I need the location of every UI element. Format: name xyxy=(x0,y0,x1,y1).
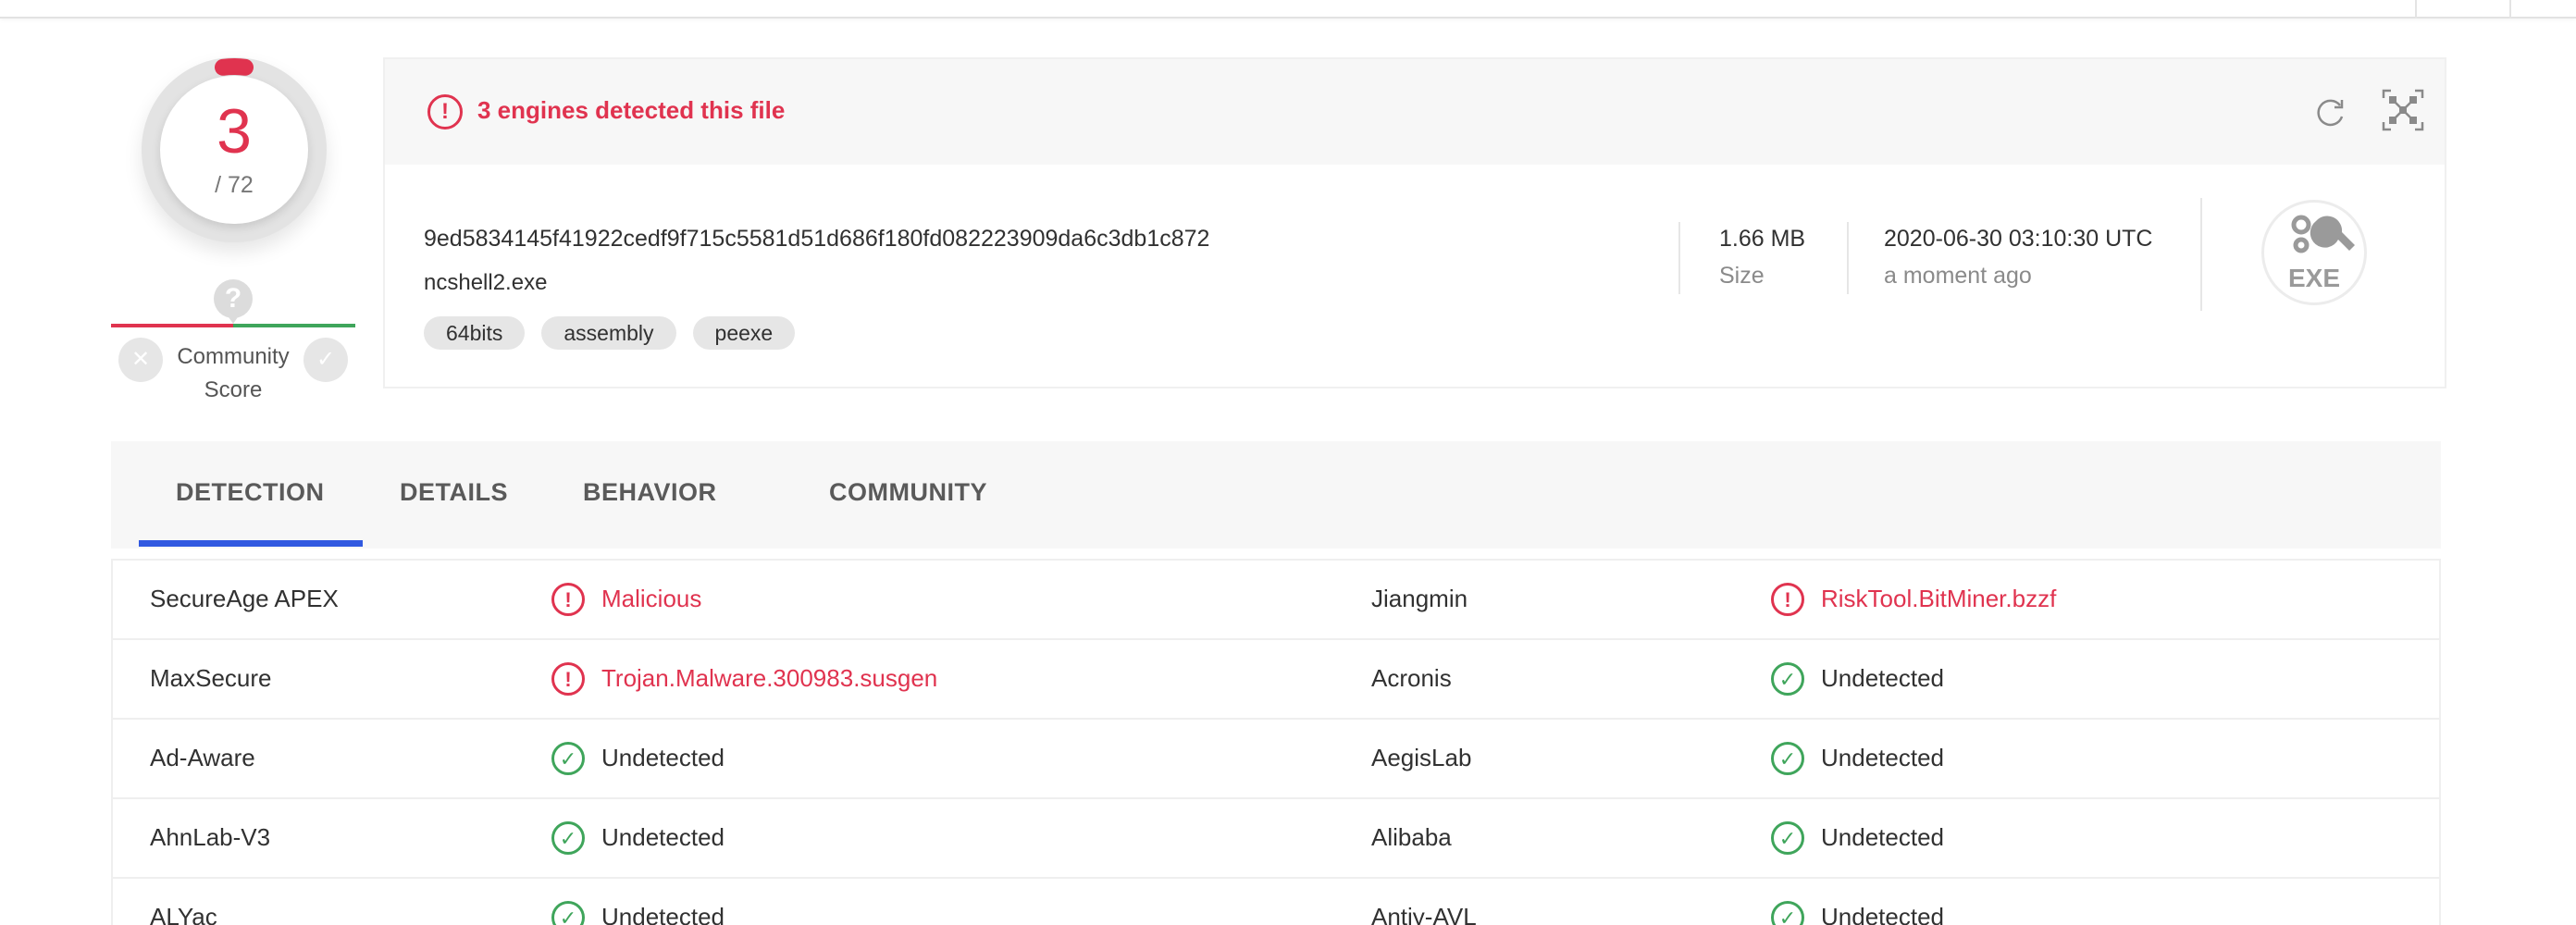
file-size-label: Size xyxy=(1719,263,1765,289)
gears-icon xyxy=(2291,215,2355,253)
tab-behavior[interactable]: BEHAVIOR xyxy=(583,478,717,507)
tab-detection[interactable]: DETECTION xyxy=(176,478,325,507)
engine-name: Alibaba xyxy=(1371,823,1452,851)
file-tags: 64bits assembly peexe xyxy=(424,316,796,350)
engine-name: Antiy-AVL xyxy=(1371,903,1477,925)
detection-result: Undetected xyxy=(601,903,724,925)
detection-result: RiskTool.BitMiner.bzzf xyxy=(1821,585,2057,612)
engine-name: Ad-Aware xyxy=(150,744,255,771)
analysis-date-relative: a moment ago xyxy=(1884,263,2032,289)
table-row: SecureAge APEX ! Malicious Jiangmin ! Ri… xyxy=(113,561,2439,640)
community-score-bar-positive xyxy=(233,324,355,327)
check-circle-icon: ✓ xyxy=(1771,742,1804,775)
community-score-bar-negative xyxy=(111,324,233,327)
detection-count: 3 xyxy=(217,96,252,166)
top-navigation-bar xyxy=(0,0,2576,18)
file-tag[interactable]: assembly xyxy=(541,316,676,350)
detection-score-gauge: 3 / 72 xyxy=(142,57,327,242)
analysis-date: 2020-06-30 03:10:30 UTC xyxy=(1884,226,2153,252)
table-row: ALYac ✓ Undetected Antiy-AVL ✓ Undetecte… xyxy=(113,879,2439,925)
table-row: Ad-Aware ✓ Undetected AegisLab ✓ Undetec… xyxy=(113,720,2439,799)
community-score-label: Community Score xyxy=(163,340,303,407)
active-tab-indicator xyxy=(139,540,363,547)
file-tag[interactable]: 64bits xyxy=(424,316,526,350)
divider xyxy=(2200,198,2202,311)
engine-name: Acronis xyxy=(1371,664,1452,692)
alert-icon: ! xyxy=(551,662,585,696)
tab-details[interactable]: DETAILS xyxy=(400,478,508,507)
vote-malicious-button[interactable]: ✕ xyxy=(118,338,163,382)
engine-total: / 72 xyxy=(215,172,254,198)
file-type-label: EXE xyxy=(2287,264,2341,292)
check-icon: ✓ xyxy=(316,347,336,372)
detection-result: Undetected xyxy=(1821,744,1944,771)
gauge-center: 3 / 72 xyxy=(160,76,308,224)
table-row: AhnLab-V3 ✓ Undetected Alibaba ✓ Undetec… xyxy=(113,799,2439,879)
divider xyxy=(1678,222,1680,294)
detection-result: Undetected xyxy=(1821,664,1944,692)
file-tag[interactable]: peexe xyxy=(692,316,796,350)
check-circle-icon: ✓ xyxy=(1771,901,1804,925)
file-name: ncshell2.exe xyxy=(424,270,548,295)
check-circle-icon: ✓ xyxy=(551,821,585,855)
report-tabs: DETECTION DETAILS BEHAVIOR COMMUNITY xyxy=(111,441,2441,549)
file-type-badge: EXE xyxy=(2261,200,2367,305)
check-circle-icon: ✓ xyxy=(1771,821,1804,855)
check-circle-icon: ✓ xyxy=(551,901,585,925)
table-row: MaxSecure ! Trojan.Malware.300983.susgen… xyxy=(113,640,2439,720)
alert-icon: ! xyxy=(551,583,585,616)
tab-community[interactable]: COMMUNITY xyxy=(829,478,987,507)
engine-name: AhnLab-V3 xyxy=(150,823,271,851)
vote-harmless-button[interactable]: ✓ xyxy=(303,338,348,382)
engine-name: MaxSecure xyxy=(150,664,272,692)
detection-alert-header: ! 3 engines detected this file xyxy=(385,59,2445,165)
community-score-marker: ? xyxy=(214,279,253,324)
detection-result: Trojan.Malware.300983.susgen xyxy=(601,664,938,692)
file-size: 1.66 MB xyxy=(1719,226,1806,252)
community-score-label-line2: Score xyxy=(204,377,263,402)
community-score-label-line1: Community xyxy=(177,344,290,369)
detection-result: Malicious xyxy=(601,585,702,612)
reanalyze-icon[interactable] xyxy=(2311,94,2348,131)
detection-result: Undetected xyxy=(1821,823,1944,851)
graph-icon[interactable] xyxy=(2382,89,2424,131)
check-circle-icon: ✓ xyxy=(551,742,585,775)
detection-result: Undetected xyxy=(601,823,724,851)
engine-name: ALYac xyxy=(150,903,217,925)
divider xyxy=(1847,222,1849,294)
alert-icon: ! xyxy=(427,94,463,130)
alert-icon: ! xyxy=(1771,583,1804,616)
top-bar-button[interactable] xyxy=(2415,0,2511,18)
detection-alert-text: 3 engines detected this file xyxy=(477,96,786,124)
engine-name: SecureAge APEX xyxy=(150,585,339,612)
engine-name: Jiangmin xyxy=(1371,585,1468,612)
detection-result: Undetected xyxy=(1821,903,1944,925)
file-summary-card: ! 3 engines detected this file 9ed583414… xyxy=(383,57,2446,388)
file-hash[interactable]: 9ed5834145f41922cedf9f715c5581d51d686f18… xyxy=(424,226,1209,253)
engine-name: AegisLab xyxy=(1371,744,1472,771)
check-circle-icon: ✓ xyxy=(1771,662,1804,696)
close-icon: ✕ xyxy=(130,347,151,372)
detection-table: SecureAge APEX ! Malicious Jiangmin ! Ri… xyxy=(111,559,2441,925)
detection-result: Undetected xyxy=(601,744,724,771)
